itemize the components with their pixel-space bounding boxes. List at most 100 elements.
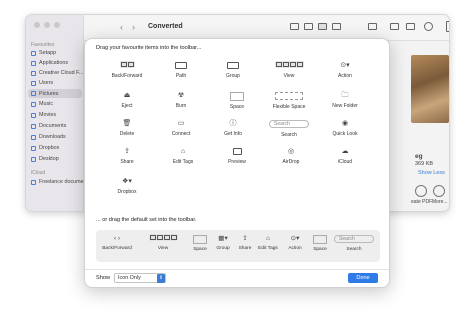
preview-pane: eg 369 KB Show Less eate PDF More...: [411, 43, 449, 211]
view-icon: [269, 61, 309, 71]
sidebar-item-applications[interactable]: Applications: [31, 60, 68, 66]
share-icon[interactable]: [390, 23, 399, 30]
minimize-window-button[interactable]: [44, 22, 50, 28]
zoom-window-button[interactable]: [54, 22, 60, 28]
default-toolbar-set[interactable]: ‹ › Back/Forward View Space ▦▾ Group ⇪ S…: [96, 230, 380, 262]
more-label: More...: [432, 199, 448, 205]
window-controls: [34, 22, 60, 28]
tool-new-folder[interactable]: 🗀 New Folder: [325, 91, 365, 113]
close-window-button[interactable]: [34, 22, 40, 28]
tool-eject[interactable]: ⏏ Eject: [107, 91, 147, 113]
group-icon: [213, 61, 253, 71]
space-icon: [190, 235, 210, 245]
tool-get-info[interactable]: ⓘ Get Info: [213, 119, 253, 141]
default-group: ▦▾ Group: [212, 234, 234, 251]
preview-image: [411, 55, 449, 123]
done-button[interactable]: Done: [348, 273, 378, 283]
tool-back-forward[interactable]: Back/Forward: [107, 61, 147, 83]
create-pdf-label: eate PDF: [411, 199, 433, 205]
action-icon[interactable]: [424, 22, 433, 31]
forward-arrow-icon[interactable]: ›: [132, 22, 135, 32]
show-less-link[interactable]: Show Less: [418, 170, 445, 176]
tool-share[interactable]: ⇪ Share: [107, 147, 147, 169]
tool-view[interactable]: View: [269, 61, 309, 83]
tool-delete[interactable]: 🗑 Delete: [107, 119, 147, 141]
folder-icon: [31, 50, 36, 56]
group-icon: ▦▾: [218, 235, 228, 242]
share-icon: ⇪: [124, 148, 130, 155]
sidebar-item-desktop[interactable]: Desktop: [31, 156, 59, 162]
show-mode-select[interactable]: Icon Only ⇕: [114, 273, 166, 283]
create-pdf-icon[interactable]: [415, 185, 427, 197]
sidebar-item-pictures[interactable]: Pictures: [28, 89, 82, 98]
sidebar-item-movies[interactable]: Movies: [31, 112, 56, 118]
sidebar-item-dropbox[interactable]: Dropbox: [31, 145, 59, 151]
gallery-view-icon[interactable]: [332, 23, 341, 30]
sidebar-item-music[interactable]: Music: [31, 101, 53, 107]
delete-icon: 🗑: [122, 120, 132, 127]
tool-quick-look[interactable]: ◉ Quick Look: [325, 119, 365, 141]
dialog-footer: Show Icon Only ⇕ Done: [85, 269, 389, 287]
sidebar-item-creative-cloud[interactable]: Creative Cloud F...: [31, 70, 83, 76]
sidebar-item-downloads[interactable]: Downloads: [31, 134, 66, 140]
space-icon: [217, 92, 257, 102]
sidebar-favourites-header: Favourites: [31, 42, 55, 48]
dialog-instruction: Drag your favourite items into the toolb…: [96, 45, 202, 51]
sidebar-item-freelance[interactable]: Freelance documents: [31, 179, 91, 185]
preview-pane-icon[interactable]: [446, 21, 449, 32]
pictures-icon: [31, 91, 36, 96]
default-edit-tags: ⌂ Edit Tags: [254, 234, 282, 251]
action-icon: ⊙▾: [290, 235, 300, 242]
preview-icon: [217, 147, 257, 157]
back-arrow-icon[interactable]: ‹: [120, 22, 123, 32]
default-space: Space: [190, 234, 210, 252]
tool-airdrop[interactable]: ◎ AirDrop: [271, 147, 311, 169]
sidebar-item-users[interactable]: Users: [31, 80, 53, 86]
column-view-icon[interactable]: [318, 23, 327, 30]
sidebar-item-documents[interactable]: Documents: [31, 123, 66, 129]
tool-dropbox[interactable]: ❖▾ Dropbox: [107, 177, 147, 199]
tool-preview[interactable]: Preview: [217, 147, 257, 169]
default-share: ⇪ Share: [236, 234, 254, 251]
tool-icloud[interactable]: ☁ iCloud: [325, 147, 365, 169]
tool-path[interactable]: Path: [161, 61, 201, 83]
list-view-icon[interactable]: [304, 23, 313, 30]
search-icon: Search: [332, 235, 376, 245]
airdrop-icon: ◎: [287, 148, 295, 155]
applications-icon: [31, 60, 36, 66]
path-icon: [161, 61, 201, 71]
customize-toolbar-dialog: Drag your favourite items into the toolb…: [84, 38, 390, 288]
get-info-icon: ⓘ: [229, 120, 237, 127]
dropbox-icon: ❖▾: [122, 178, 132, 185]
tag-icon[interactable]: [406, 23, 415, 30]
sidebar-item-setapp[interactable]: Setapp: [31, 50, 56, 56]
tag-icon: ⌂: [180, 148, 186, 155]
burn-icon: ☢: [177, 92, 185, 99]
back-forward-icon: ‹ ›: [113, 235, 121, 242]
connect-icon: ▭: [177, 120, 185, 127]
sidebar-icloud-header: iCloud: [31, 170, 46, 176]
share-icon: ⇪: [242, 235, 248, 242]
tool-connect[interactable]: ▭ Connect: [161, 119, 201, 141]
preview-filename: eg: [415, 153, 423, 160]
default-action: ⊙▾ Action: [284, 234, 306, 251]
default-set-instruction: ... or drag the default set into the too…: [96, 217, 197, 223]
group-icon[interactable]: [368, 23, 377, 30]
tool-edit-tags[interactable]: ⌂ Edit Tags: [163, 147, 203, 169]
folder-icon: [31, 80, 36, 86]
download-icon: [31, 134, 36, 140]
default-view: View: [146, 234, 180, 251]
tag-icon: ⌂: [266, 235, 270, 242]
tool-burn[interactable]: ☢ Burn: [161, 91, 201, 113]
chevron-updown-icon: ⇕: [157, 274, 165, 283]
folder-icon: [31, 179, 36, 185]
more-icon[interactable]: [433, 185, 445, 197]
tool-space[interactable]: Space: [217, 91, 257, 113]
space-icon: [310, 235, 330, 245]
icon-view-icon[interactable]: [290, 23, 299, 30]
tool-search[interactable]: Search Search: [265, 119, 313, 141]
tool-flexible-space[interactable]: Flexible Space: [269, 91, 309, 113]
tool-group[interactable]: Group: [213, 61, 253, 83]
tool-action[interactable]: ⊙▾ Action: [325, 61, 365, 83]
show-label: Show: [96, 275, 110, 281]
